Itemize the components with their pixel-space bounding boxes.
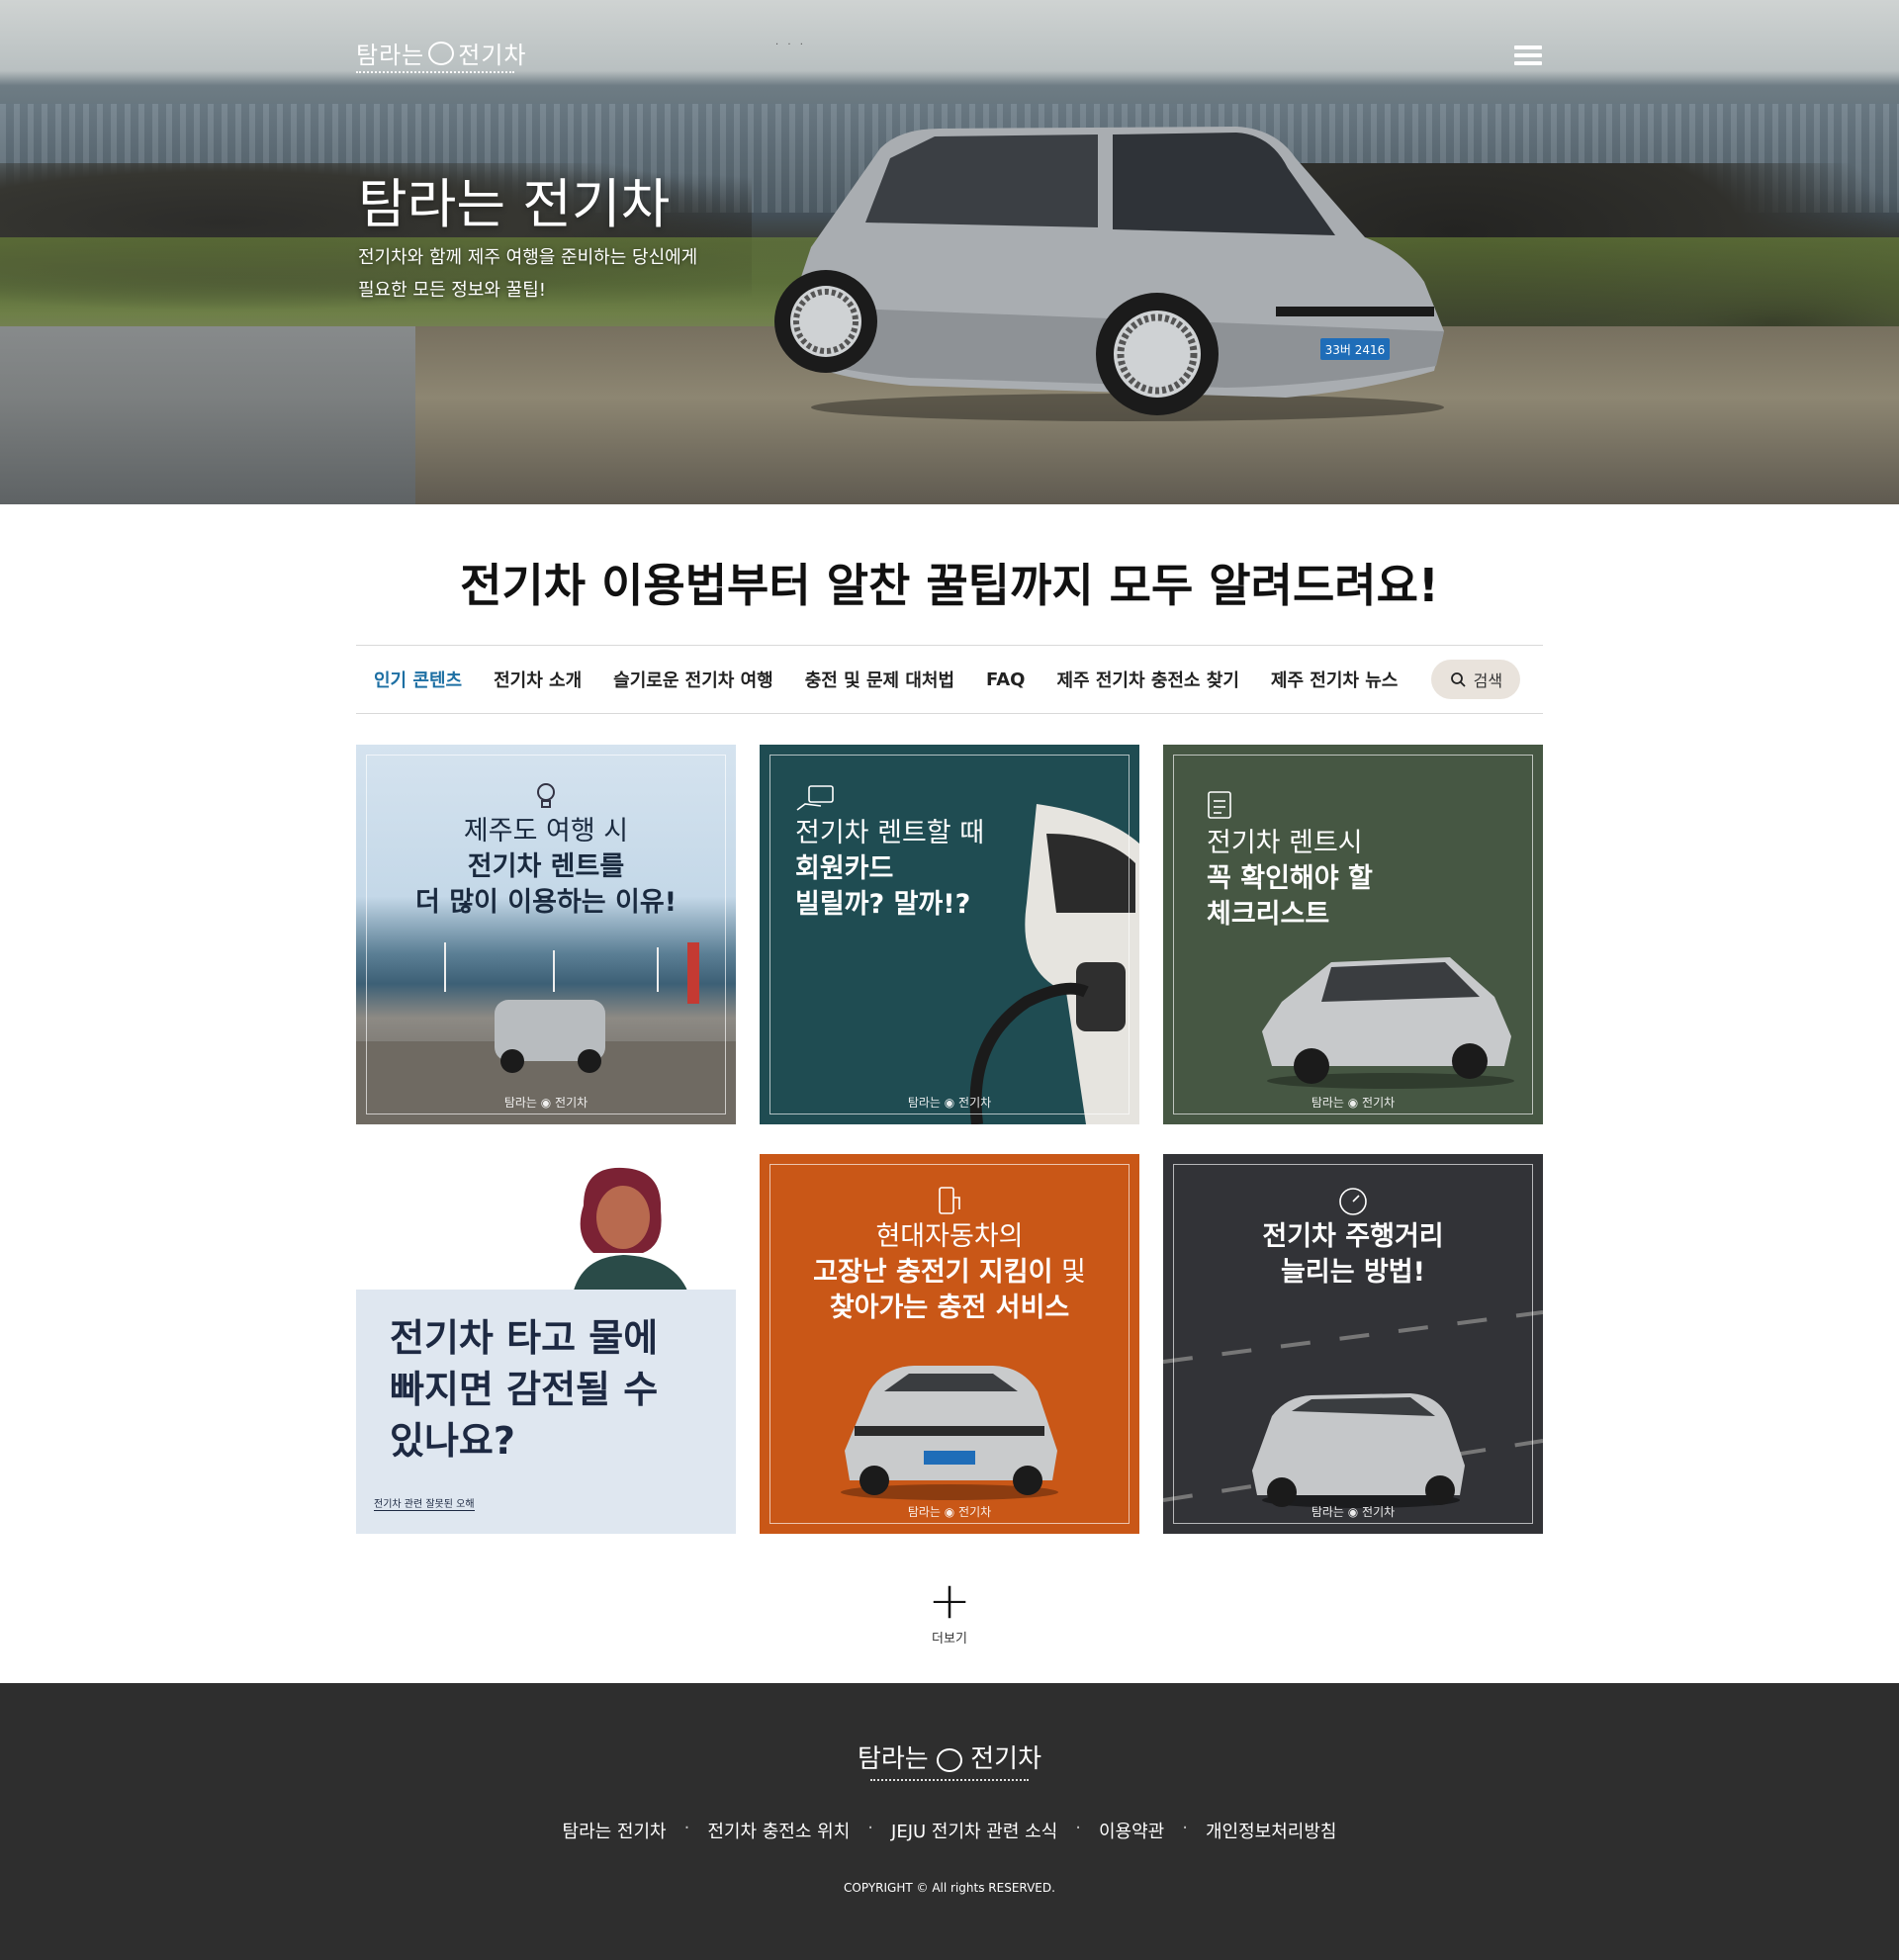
card3-line3: 체크리스트	[1207, 899, 1330, 930]
card6-road-car-image	[1163, 1310, 1543, 1508]
content-card-membership-card[interactable]: 전기차 렌트할 때 회원카드 빌릴까? 말까!? 탐라는 ◉ 전기차	[760, 745, 1139, 1124]
nav-item-faq[interactable]: FAQ	[986, 669, 1025, 690]
content-card-rent-reasons[interactable]: 제주도 여행 시 전기차 렌트를 더 많이 이용하는 이유! 탐라는 ◉ 전기차	[356, 745, 736, 1124]
card2-text: 전기차 렌트할 때 회원카드 빌릴까? 말까!?	[795, 816, 984, 923]
nav-item-news[interactable]: 제주 전기차 뉴스	[1271, 667, 1398, 692]
footer-separator: ·	[1075, 1818, 1081, 1838]
card5-car-image	[841, 1366, 1058, 1500]
search-button[interactable]: 검색	[1431, 660, 1521, 699]
footer-separator: ·	[867, 1818, 874, 1838]
card5-line3: 찾아가는 충전 서비스	[829, 1292, 1070, 1323]
card2-line1: 전기차 렌트할 때	[795, 818, 985, 848]
hero-banner: 탐라는 전기차 · · · 33버 2416 탐라는 전기차 전기차와 함께 제…	[0, 0, 1899, 504]
card5-logo: 탐라는 ◉ 전기차	[907, 1505, 992, 1519]
hero-water	[0, 326, 415, 504]
card1-line3: 더 많이 이용하는 이유!	[414, 887, 678, 918]
footer-separator: ·	[683, 1818, 690, 1838]
card6-line1: 전기차 주행거리	[1262, 1221, 1444, 1252]
card1-text: 제주도 여행 시 전기차 렌트를 더 많이 이용하는 이유!	[356, 814, 736, 921]
site-footer: 탐라는 전기차 탐라는 전기차 · 전기차 충전소 위치 · JEJU 전기차 …	[0, 1683, 1899, 1960]
card3-logo: 탐라는 ◉ 전기차	[1311, 1096, 1396, 1110]
card3-car-image	[1262, 957, 1514, 1089]
footer-logo-right: 전기차	[970, 1744, 1042, 1774]
content-card-charger-service[interactable]: 현대자동차의 고장난 충전기 지킴이 및 찾아가는 충전 서비스 탐라는 ◉ 전…	[760, 1154, 1139, 1534]
card5-line2b: 및	[1052, 1257, 1086, 1288]
footer-link-stations[interactable]: 전기차 충전소 위치	[707, 1818, 850, 1843]
category-nav: 인기 콘텐츠 전기차 소개 슬기로운 전기차 여행 충전 및 문제 대처법 FA…	[356, 645, 1543, 714]
card6-text: 전기차 주행거리 늘리는 방법!	[1163, 1219, 1543, 1291]
hero-subtitle: 전기차와 함께 제주 여행을 준비하는 당신에게 필요한 모든 정보와 꿀팁!	[358, 241, 773, 307]
card4-caption: 전기차 관련 잘못된 오해	[374, 1495, 475, 1511]
card4-line1: 전기차 타고 물에	[390, 1316, 659, 1360]
lightbulb-icon	[537, 783, 555, 808]
nav-item-smart-travel[interactable]: 슬기로운 전기차 여행	[613, 667, 773, 692]
gauge-icon	[1339, 1188, 1367, 1215]
card6-logo: 탐라는 ◉ 전기차	[1311, 1505, 1396, 1519]
more-label: 더보기	[932, 1632, 967, 1647]
logo-text-right: 전기차	[458, 42, 527, 69]
logo-text-left: 탐라는	[356, 42, 425, 69]
footer-logo[interactable]: 탐라는 전기차	[0, 1738, 1899, 1781]
footer-emblem-icon	[937, 1748, 962, 1772]
logo-wave-decoration	[356, 67, 514, 73]
card2-line3: 빌릴까? 말까!?	[795, 889, 971, 920]
content-card-water-shock[interactable]: 전기차 타고 물에 빠지면 감전될 수 있나요? 전기차 관련 잘못된 오해	[356, 1154, 736, 1534]
search-icon	[1450, 672, 1466, 687]
hero-subtitle-line1: 전기차와 함께 제주 여행을 준비하는 당신에게	[358, 247, 698, 268]
footer-links: 탐라는 전기차 · 전기차 충전소 위치 · JEJU 전기차 관련 소식 · …	[0, 1818, 1899, 1843]
nav-item-find-station[interactable]: 제주 전기차 충전소 찾기	[1056, 667, 1238, 692]
card4-text: 전기차 타고 물에 빠지면 감전될 수 있나요?	[390, 1312, 658, 1467]
card2-logo: 탐라는 ◉ 전기차	[907, 1096, 992, 1110]
card5-text: 현대자동차의 고장난 충전기 지킴이 및 찾아가는 충전 서비스	[760, 1219, 1139, 1326]
hero-dots: · · ·	[775, 40, 806, 50]
checklist-icon	[1208, 791, 1231, 819]
footer-logo-wave	[870, 1777, 1029, 1781]
footer-separator: ·	[1182, 1818, 1188, 1838]
card-icon	[796, 785, 834, 811]
nav-item-popular[interactable]: 인기 콘텐츠	[374, 667, 462, 692]
card5-line2a: 고장난 충전기 지킴이	[813, 1257, 1053, 1288]
card4-line3: 있나요?	[390, 1419, 515, 1463]
footer-link-home[interactable]: 탐라는 전기차	[563, 1818, 667, 1843]
search-label: 검색	[1473, 671, 1503, 690]
footer-link-privacy[interactable]: 개인정보처리방침	[1206, 1818, 1336, 1843]
card1-line2: 전기차 렌트를	[467, 851, 625, 882]
content-card-checklist[interactable]: 전기차 렌트시 꼭 확인해야 할 체크리스트 탐라는 ◉ 전기차	[1163, 745, 1543, 1124]
nav-item-ev-intro[interactable]: 전기차 소개	[494, 667, 582, 692]
footer-link-news[interactable]: JEJU 전기차 관련 소식	[891, 1818, 1057, 1843]
logo-emblem-icon	[428, 41, 455, 65]
card2-line2: 회원카드	[795, 853, 894, 884]
woman-illustration	[574, 1167, 687, 1291]
card2-charger-image	[969, 804, 1139, 1124]
more-button[interactable]: + 더보기	[914, 1571, 985, 1647]
card5-line1: 현대자동차의	[875, 1221, 1024, 1252]
hero-subtitle-line2: 필요한 모든 정보와 꿀팁!	[358, 280, 546, 301]
plus-icon: +	[928, 1571, 971, 1631]
card6-line2: 늘리는 방법!	[1281, 1257, 1425, 1288]
footer-link-terms[interactable]: 이용약관	[1099, 1818, 1164, 1843]
hero-car-image: 33버 2416	[774, 127, 1444, 421]
footer-logo-left: 탐라는	[857, 1744, 929, 1774]
section-headline: 전기차 이용법부터 알찬 꿀팁까지 모두 알려드려요!	[460, 559, 1439, 612]
card1-logo: 탐라는 ◉ 전기차	[503, 1096, 588, 1110]
card3-line1: 전기차 렌트시	[1207, 828, 1363, 858]
card4-line2: 빠지면 감전될 수	[390, 1368, 659, 1411]
content-card-driving-range[interactable]: 전기차 주행거리 늘리는 방법! 탐라는 ◉ 전기차	[1163, 1154, 1543, 1534]
card3-line2: 꼭 확인해야 할	[1207, 863, 1373, 894]
hamburger-menu-icon[interactable]	[1514, 45, 1542, 65]
copyright: COPYRIGHT © All rights RESERVED.	[844, 1881, 1055, 1895]
card3-text: 전기차 렌트시 꼭 확인해야 할 체크리스트	[1207, 826, 1373, 933]
hero-title: 탐라는 전기차	[358, 173, 671, 235]
site-logo[interactable]: 탐라는 전기차	[356, 36, 527, 70]
hero-plate-text: 33버 2416	[1325, 343, 1386, 357]
charger-icon	[939, 1187, 960, 1214]
nav-item-charging[interactable]: 충전 및 문제 대처법	[805, 667, 954, 692]
card1-line1: 제주도 여행 시	[463, 816, 629, 846]
